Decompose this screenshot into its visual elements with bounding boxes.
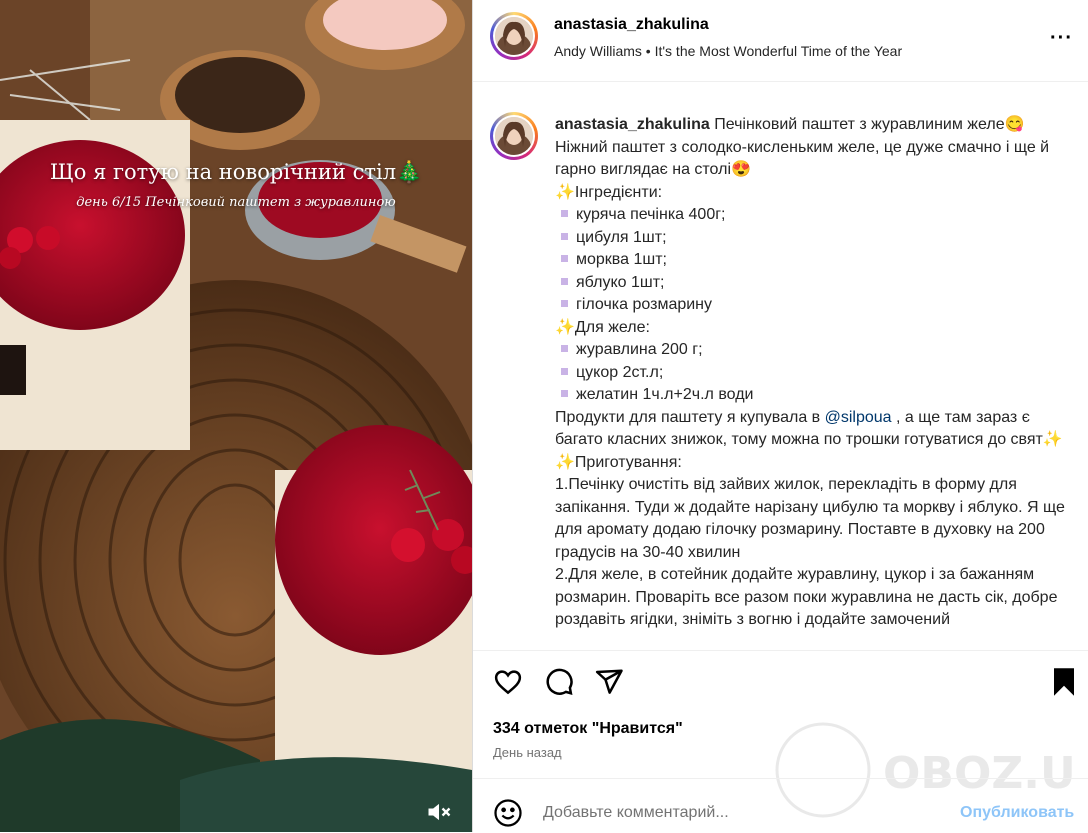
caption-area: anastasia_zhakulina Печінковий паштет з … bbox=[473, 82, 1088, 650]
jelly-item: цукор 2ст.л; bbox=[576, 363, 664, 381]
sparkle-icon: ✨ bbox=[555, 183, 575, 201]
mention-link[interactable]: @silpoua bbox=[825, 409, 892, 426]
comment-bar: Добавьте комментарий... Опубликовать bbox=[473, 778, 1088, 832]
bullet-icon bbox=[561, 345, 568, 353]
avatar[interactable] bbox=[490, 12, 538, 60]
caption-avatar[interactable] bbox=[490, 112, 538, 160]
bullet-icon bbox=[561, 232, 568, 240]
bullet-icon bbox=[561, 300, 568, 308]
emoji-icon[interactable] bbox=[493, 798, 523, 833]
prep-header: Приготування: bbox=[574, 453, 682, 471]
publish-button[interactable]: Опубликовать bbox=[960, 804, 1074, 822]
sparkle-icon: ✨ bbox=[555, 318, 575, 336]
header-song[interactable]: Andy Williams • It's the Most Wonderful … bbox=[554, 43, 902, 59]
ingredient-item: яблуко 1шт; bbox=[576, 273, 665, 291]
bullet-icon bbox=[561, 255, 568, 263]
bullet-icon bbox=[561, 390, 568, 398]
ingredient-item: куряча печінка 400г; bbox=[576, 206, 726, 223]
jelly-item: журавлина 200 г; bbox=[576, 341, 703, 358]
ingredients-header: Інгредієнти: bbox=[574, 183, 663, 201]
overlay-title: Що я готую на новорічний стіл🎄 bbox=[49, 160, 423, 184]
ingredient-item: цибуля 1шт; bbox=[576, 228, 667, 246]
products-text: Продукти для паштету я купувала в bbox=[555, 408, 825, 426]
sparkle-icon: ✨ bbox=[1042, 431, 1063, 448]
comment-icon[interactable] bbox=[544, 667, 574, 702]
comment-input[interactable]: Добавьте комментарий... bbox=[543, 804, 729, 822]
more-horizontal-icon[interactable]: ··· bbox=[1050, 27, 1073, 50]
bullet-icon bbox=[561, 277, 568, 285]
sparkle-icon: ✨ bbox=[555, 453, 575, 471]
heart-icon[interactable] bbox=[493, 667, 523, 702]
post-panel: anastasia_zhakulina Andy Williams • It's… bbox=[472, 0, 1088, 832]
jelly-header: Для желе: bbox=[574, 318, 650, 336]
speaker-muted-icon[interactable] bbox=[425, 798, 453, 826]
header-username[interactable]: anastasia_zhakulina bbox=[554, 16, 709, 34]
prep-step-2: 2.Для желе, в сотейник додайте журавлину… bbox=[555, 566, 1058, 628]
post-header: anastasia_zhakulina Andy Williams • It's… bbox=[473, 0, 1088, 82]
jelly-item: желатин 1ч.л+2ч.л води bbox=[576, 386, 754, 403]
bookmark-icon[interactable] bbox=[1051, 667, 1077, 702]
ingredient-item: гілочка розмарину bbox=[576, 296, 713, 313]
post-time[interactable]: День назад bbox=[493, 745, 562, 760]
action-bar bbox=[473, 650, 1088, 712]
caption-text: anastasia_zhakulina Печінковий паштет з … bbox=[555, 114, 1080, 632]
food-photo bbox=[0, 0, 472, 832]
post-media[interactable]: Що я готую на новорічний стіл🎄 день 6/15… bbox=[0, 0, 472, 832]
overlay-subtitle: день 6/15 Печінковий паштет з журавлиною bbox=[76, 195, 396, 210]
caption-intro: Ніжний паштет з солодко-кисленьким желе,… bbox=[555, 138, 1050, 179]
ingredient-item: морква 1шт; bbox=[576, 251, 667, 268]
caption-username[interactable]: anastasia_zhakulina bbox=[555, 116, 710, 133]
share-icon[interactable] bbox=[594, 667, 624, 702]
caption-title: Печінковий паштет з журавлиним желе😋 bbox=[709, 116, 1025, 133]
likes-count[interactable]: 334 отметок "Нравится" bbox=[493, 720, 683, 738]
bullet-icon bbox=[561, 367, 568, 375]
bullet-icon bbox=[561, 210, 568, 218]
prep-step-1: 1.Печінку очистіть від зайвих жилок, пер… bbox=[555, 476, 1065, 561]
